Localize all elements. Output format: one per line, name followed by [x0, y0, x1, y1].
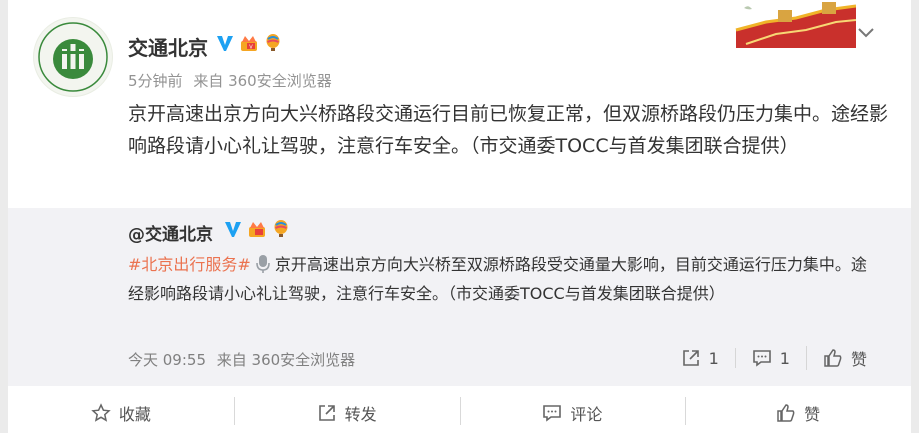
repost-comment-button[interactable]: 1 — [734, 348, 806, 368]
repost-source: 来自 360安全浏览器 — [216, 351, 356, 369]
favorite-label: 收藏 — [118, 405, 151, 424]
verified-v-icon[interactable] — [223, 219, 243, 239]
comment-label: 评论 — [570, 405, 603, 424]
repost-like-button[interactable]: 赞 — [805, 346, 883, 370]
vip-crown-icon[interactable] — [247, 219, 267, 239]
repost-forward-button[interactable]: 1 — [665, 348, 735, 368]
great-wall-decoration-icon — [735, 2, 856, 48]
repost-forward-count: 1 — [708, 348, 719, 368]
repost-author-badges — [223, 219, 291, 239]
comment-icon — [752, 350, 771, 367]
share-icon — [682, 350, 699, 366]
beijing-transport-logo-icon — [34, 18, 112, 96]
post-meta: 5分钟前 来自 360安全浏览器 — [128, 70, 338, 91]
like-label: 赞 — [804, 405, 821, 424]
repost-meta: 今天 09:55 来自 360安全浏览器 — [128, 349, 361, 370]
hashtag-link[interactable]: #北京出行服务# — [128, 255, 251, 274]
vip-crown-icon[interactable]: V — [239, 33, 259, 53]
balloon-icon[interactable] — [271, 219, 291, 239]
repost-text-block: #北京出行服务# 京开高速出京方向大兴桥至双源桥路段受交通量大影响，目前交通运行压… — [128, 250, 873, 308]
post-source: 来自 360安全浏览器 — [193, 72, 332, 90]
reposted-weibo[interactable]: @交通北京 #北京出行服务# 京开高速出京方向大兴桥至双源桥路段受交通量大影响，目… — [8, 208, 911, 386]
left-page-edge — [0, 0, 8, 433]
forward-label: 转发 — [344, 405, 377, 424]
svg-text:V: V — [249, 45, 253, 51]
weibo-card: 交通北京 V 5分钟前 来自 360安全浏览器 京开高速出京方向大兴桥路段交通运… — [8, 0, 911, 433]
right-page-edge — [911, 0, 919, 433]
balloon-icon[interactable] — [263, 33, 283, 53]
share-icon — [318, 405, 335, 421]
star-icon — [91, 403, 111, 422]
favorite-button[interactable]: 收藏 — [8, 393, 234, 433]
comment-icon — [543, 405, 562, 422]
repost-comment-count: 1 — [779, 348, 790, 368]
repost-action-bar: 1 1 赞 — [665, 346, 883, 370]
thumbs-up-icon — [777, 404, 795, 422]
microphone-icon — [256, 255, 270, 273]
like-button[interactable]: 赞 — [685, 393, 911, 433]
post-text: 京开高速出京方向大兴桥路段交通运行目前已恢复正常，但双源桥路段仍压力集中。途经影… — [128, 103, 889, 157]
repost-time[interactable]: 今天 09:55 — [128, 351, 206, 369]
avatar[interactable] — [33, 17, 113, 97]
post-action-bar: 收藏 转发 评论 赞 — [8, 393, 911, 433]
verified-v-icon[interactable] — [215, 33, 235, 53]
comment-button[interactable]: 评论 — [459, 393, 686, 433]
author-name[interactable]: 交通北京 — [128, 32, 208, 61]
post-time[interactable]: 5分钟前 — [128, 72, 183, 90]
repost-like-label: 赞 — [850, 350, 867, 369]
author-badges: V — [215, 33, 283, 53]
repost-author-name[interactable]: @交通北京 — [128, 220, 213, 245]
forward-button[interactable]: 转发 — [233, 393, 460, 433]
thumbs-up-icon — [824, 349, 842, 367]
chevron-down-icon[interactable] — [856, 22, 876, 42]
